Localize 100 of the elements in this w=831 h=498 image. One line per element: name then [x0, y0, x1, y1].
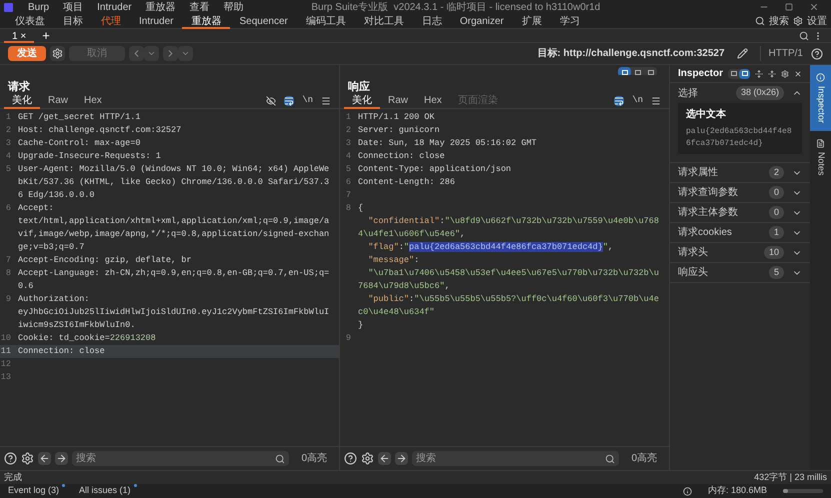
- match-count: 0高亮: [300, 452, 328, 466]
- newline-toggle[interactable]: \n: [632, 94, 643, 108]
- settings-link[interactable]: 设置: [803, 14, 831, 28]
- back-arrow-icon[interactable]: [378, 452, 391, 465]
- line-number: 13: [0, 371, 12, 384]
- tool-tab[interactable]: 学习: [550, 14, 589, 28]
- line-number: 4: [344, 150, 352, 163]
- code-text: Accept-Language: zh-CN,zh;q=0.9,en;q=0.8,en-GB;q=0.7,en-US;q=0.6: [17, 267, 330, 293]
- section-label[interactable]: 响应头: [678, 265, 769, 280]
- footer-tab[interactable]: Event log (3): [8, 484, 64, 498]
- menu-item[interactable]: 重放器: [138, 0, 183, 14]
- editor-tab[interactable]: Hex: [76, 92, 110, 108]
- side-tab[interactable]: Inspector: [810, 65, 831, 132]
- memory-label: 内存: 180.6MB: [708, 484, 767, 498]
- repeater-tab[interactable]: 1 ×: [4, 28, 34, 42]
- tool-tab[interactable]: 目标: [54, 14, 92, 28]
- tool-tab[interactable]: 对比工具: [354, 14, 413, 28]
- layout-option[interactable]: [739, 68, 750, 78]
- section-label[interactable]: 请求cookies: [678, 225, 769, 240]
- menu-item[interactable]: 项目: [56, 0, 90, 14]
- tool-tab[interactable]: 仪表盘: [6, 14, 54, 28]
- search-icon[interactable]: [799, 30, 809, 40]
- forward-arrow-icon[interactable]: [395, 452, 408, 465]
- section-label[interactable]: 请求查询参数: [678, 185, 769, 200]
- code-text: Date: Sun, 18 May 2025 05:16:02 GMT: [357, 137, 538, 150]
- tool-tab[interactable]: Sequencer: [230, 14, 297, 28]
- count-badge: 38 (0x26): [736, 86, 784, 100]
- tool-tab[interactable]: 日志: [412, 14, 451, 28]
- search-icon[interactable]: [755, 16, 765, 26]
- menu-icon[interactable]: [651, 96, 661, 106]
- edit-icon[interactable]: [736, 48, 748, 59]
- help-icon[interactable]: [4, 452, 17, 465]
- help-icon[interactable]: [344, 452, 357, 465]
- forward-icon[interactable]: [163, 46, 178, 61]
- menu-icon[interactable]: [321, 96, 331, 106]
- search-icon[interactable]: [275, 454, 286, 464]
- line-number: 2: [344, 124, 352, 137]
- back-arrow-icon[interactable]: [38, 452, 51, 465]
- maximize-icon[interactable]: [785, 3, 793, 11]
- code-text: Accept: text/html,application/xhtml+xml,application/xml;q=0.9,image/avif,image/webp,image/apng,*/*;q=0.8,application/signed-exchange;v=b3;q=0.7: [17, 202, 330, 254]
- inspector-title: Inspector: [678, 67, 724, 81]
- editor-tab[interactable]: Raw: [380, 92, 416, 108]
- code-text: { "confidential":"\u8fd9\u662f\u732b\u732b\u7559\u4e0b\u7684\u4fe1\u606f\u54e6", "flag":"palu{2ed6a563cbd44f4e86fca37b071edc4d}", "message": "\u7ba1\u7406\u5458\u53ef\u4ee5\u67e5\u770b\u732b\u732b\u7684\u79d8\u5bc6", "public":"\u55b5\u55b5\u55b5?\uff0c\u4f60\u60f3\u770b\u4ec0\u4e48\u634f" }: [357, 202, 660, 332]
- editor-tab[interactable]: 美化: [344, 92, 380, 108]
- code-text: GET /get_secret HTTP/1.1: [17, 111, 142, 124]
- code-text: User-Agent: Mozilla/5.0 (Windows NT 10.0; Win64; x64) AppleWebKit/537.36 (KHTML, like Gecko) Chrome/136.0.0.0 Safari/537.36 Edg/136.0.0.0: [17, 163, 330, 202]
- line-number: 2: [4, 124, 12, 137]
- menu-item[interactable]: Burp: [21, 0, 56, 14]
- count-badge: 0: [768, 186, 784, 200]
- count-badge: 1: [768, 226, 784, 240]
- editor-tab[interactable]: 美化: [4, 92, 40, 108]
- panel-title: 响应: [347, 80, 371, 93]
- line-number: 5: [344, 163, 352, 176]
- count-badge: 0: [768, 206, 784, 220]
- tool-tab[interactable]: 扩展: [512, 14, 551, 28]
- newline-toggle[interactable]: \n: [302, 94, 313, 108]
- info-icon: [682, 486, 692, 496]
- section-label[interactable]: 请求属性: [678, 165, 769, 180]
- back-icon[interactable]: [129, 46, 144, 61]
- editor-tab[interactable]: Raw: [40, 92, 76, 108]
- close-icon[interactable]: [809, 2, 819, 12]
- settings-icon[interactable]: [50, 46, 65, 61]
- tool-tab[interactable]: 代理: [92, 14, 130, 28]
- section-label[interactable]: 请求主体参数: [678, 205, 769, 220]
- count-badge: 10: [764, 246, 784, 260]
- dropdown-icon[interactable]: [178, 46, 193, 61]
- expand-icon[interactable]: [755, 68, 764, 78]
- line-number: 8: [4, 267, 12, 280]
- menu-item[interactable]: Intruder: [90, 0, 139, 14]
- wrap-icon[interactable]: [284, 96, 294, 106]
- menu-item[interactable]: 查看: [182, 0, 217, 14]
- help-icon[interactable]: [811, 48, 823, 60]
- search-icon[interactable]: [605, 454, 616, 464]
- wrap-icon[interactable]: [614, 96, 624, 106]
- code-text: Server: gunicorn: [357, 124, 441, 137]
- side-tab[interactable]: Notes: [810, 131, 831, 184]
- line-number: 9: [4, 293, 12, 306]
- footer-tab[interactable]: All issues (1): [79, 484, 135, 498]
- menu-item[interactable]: 帮助: [216, 0, 251, 14]
- line-number: 8: [344, 202, 352, 215]
- forward-arrow-icon[interactable]: [55, 452, 68, 465]
- tool-tab[interactable]: Organizer: [450, 14, 513, 28]
- tool-tab[interactable]: 编码工具: [296, 14, 355, 28]
- code-text: Cookie: td_cookie=226913208: [17, 332, 157, 345]
- new-tab-button[interactable]: +: [34, 29, 58, 42]
- dropdown-icon[interactable]: [144, 46, 159, 61]
- count-badge: 5: [768, 266, 784, 280]
- code-text: Accept-Encoding: gzip, deflate, br: [17, 254, 192, 267]
- settings-icon[interactable]: [781, 68, 790, 78]
- section-label[interactable]: 请求头: [678, 245, 764, 260]
- search-link[interactable]: 搜索: [765, 14, 793, 28]
- settings-icon[interactable]: [361, 452, 374, 465]
- hidden-icon[interactable]: [266, 96, 276, 106]
- settings-icon[interactable]: [793, 16, 803, 26]
- collapse-icon[interactable]: [768, 68, 776, 78]
- section-label: 选择: [678, 86, 699, 100]
- settings-icon[interactable]: [21, 452, 34, 465]
- layout-option[interactable]: [728, 68, 740, 78]
- tool-tab[interactable]: Intruder: [130, 14, 182, 28]
- editor-tab[interactable]: Hex: [416, 92, 450, 108]
